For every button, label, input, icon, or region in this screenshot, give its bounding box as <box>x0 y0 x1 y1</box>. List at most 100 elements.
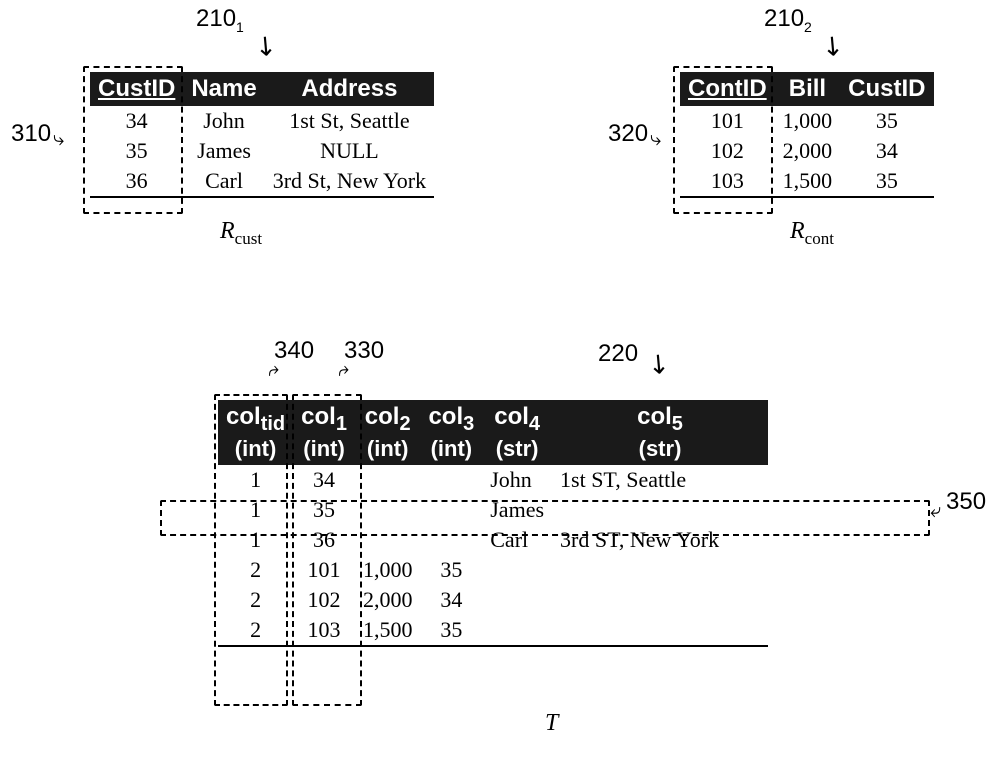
table-rcont: ContID Bill CustID 101 1,000 35 102 2,00… <box>680 72 934 198</box>
relation-sub: cust <box>235 229 262 248</box>
col-header-name: Name <box>183 72 264 106</box>
cell <box>355 495 421 525</box>
callout-text: 340 <box>274 337 314 364</box>
cell: 35 <box>293 495 355 525</box>
cell: 2 <box>218 555 293 585</box>
cell: 35 <box>420 615 482 646</box>
cell: 36 <box>293 525 355 555</box>
callout-text: 210 <box>196 5 236 32</box>
callout-sub: 1 <box>236 19 244 35</box>
cell <box>482 555 552 585</box>
table-row: 1 36 Carl 3rd ST, New York <box>218 525 768 555</box>
relation-sub: cont <box>805 229 834 248</box>
cell: Carl <box>183 166 264 197</box>
table-header-row: coltid(int) col1(int) col2(int) col3(int… <box>218 400 768 465</box>
cell <box>552 495 768 525</box>
cell <box>482 585 552 615</box>
col-header-5: col5(str) <box>552 400 768 465</box>
cell: 34 <box>420 585 482 615</box>
cell <box>482 615 552 646</box>
cell <box>552 585 768 615</box>
arrow-icon: ↘ <box>641 345 678 383</box>
cell: NULL <box>265 136 434 166</box>
table-row: 2 101 1,000 35 <box>218 555 768 585</box>
callout-350: 350 <box>946 488 986 516</box>
table-row: 1 34 John 1st ST, Seattle <box>218 465 768 495</box>
col-header-bill: Bill <box>775 72 841 106</box>
relation-letter: T <box>545 710 558 736</box>
cell <box>355 465 421 495</box>
cell: John <box>183 106 264 136</box>
cell: 1st ST, Seattle <box>552 465 768 495</box>
callout-210-1: 2101 <box>196 5 244 35</box>
cell: 34 <box>840 136 933 166</box>
cell <box>420 525 482 555</box>
cell: 1,000 <box>355 555 421 585</box>
table-row: 2 103 1,500 35 <box>218 615 768 646</box>
cell: 3rd St, New York <box>265 166 434 197</box>
cell: 35 <box>840 106 933 136</box>
table-row: 103 1,500 35 <box>680 166 934 197</box>
callout-text: 330 <box>344 337 384 364</box>
table-row: 36 Carl 3rd St, New York <box>90 166 434 197</box>
cell: 35 <box>90 136 183 166</box>
callout-text: 220 <box>598 340 638 367</box>
label-rcust: Rcust <box>220 218 262 249</box>
table-header-row: ContID Bill CustID <box>680 72 934 106</box>
cell <box>552 555 768 585</box>
table-row: 2 102 2,000 34 <box>218 585 768 615</box>
cell: 1,000 <box>775 106 841 136</box>
table-header-row: CustID Name Address <box>90 72 434 106</box>
cell: 36 <box>90 166 183 197</box>
cell <box>420 495 482 525</box>
cell <box>552 615 768 646</box>
col-header-4: col4(str) <box>482 400 552 465</box>
cell: John <box>482 465 552 495</box>
col-header-tid: coltid(int) <box>218 400 293 465</box>
cell: 2,000 <box>775 136 841 166</box>
leader-icon: ⤶ <box>930 500 941 523</box>
cell: 102 <box>680 136 775 166</box>
arrow-icon: ↘ <box>815 27 852 65</box>
table-row: 34 John 1st St, Seattle <box>90 106 434 136</box>
label-rcont: Rcont <box>790 218 834 249</box>
callout-330: 330 <box>344 337 384 365</box>
cell: 101 <box>293 555 355 585</box>
col-header-3: col3(int) <box>420 400 482 465</box>
relation-letter: R <box>220 218 235 244</box>
cell: 34 <box>293 465 355 495</box>
table-row: 101 1,000 35 <box>680 106 934 136</box>
cell: Carl <box>482 525 552 555</box>
leader-icon: ⤶ <box>338 360 349 383</box>
callout-220: 220 <box>598 340 638 368</box>
col-header-custid: CustID <box>90 72 183 106</box>
label-T: T <box>545 710 558 737</box>
callout-text: 350 <box>946 488 986 515</box>
col-header-custid: CustID <box>840 72 933 106</box>
cell: 1 <box>218 465 293 495</box>
col-header-1: col1(int) <box>293 400 355 465</box>
callout-text: 310 <box>11 120 51 147</box>
col-header-2: col2(int) <box>355 400 421 465</box>
callout-340: 340 <box>274 337 314 365</box>
cell: 3rd ST, New York <box>552 525 768 555</box>
cell: James <box>183 136 264 166</box>
cell: James <box>482 495 552 525</box>
callout-text: 320 <box>608 120 648 147</box>
callout-sub: 2 <box>804 19 812 35</box>
cell: 101 <box>680 106 775 136</box>
table-rcust: CustID Name Address 34 John 1st St, Seat… <box>90 72 434 198</box>
table-T: coltid(int) col1(int) col2(int) col3(int… <box>218 400 768 647</box>
cell: 35 <box>840 166 933 197</box>
arrow-icon: ↘ <box>248 27 285 65</box>
callout-320: 320 <box>608 120 648 148</box>
cell: 103 <box>680 166 775 197</box>
cell: 103 <box>293 615 355 646</box>
table-row: 102 2,000 34 <box>680 136 934 166</box>
cell: 1st St, Seattle <box>265 106 434 136</box>
leader-icon: ⤷ <box>53 128 64 151</box>
cell: 35 <box>420 555 482 585</box>
cell: 2 <box>218 615 293 646</box>
callout-text: 210 <box>764 5 804 32</box>
cell: 1,500 <box>775 166 841 197</box>
